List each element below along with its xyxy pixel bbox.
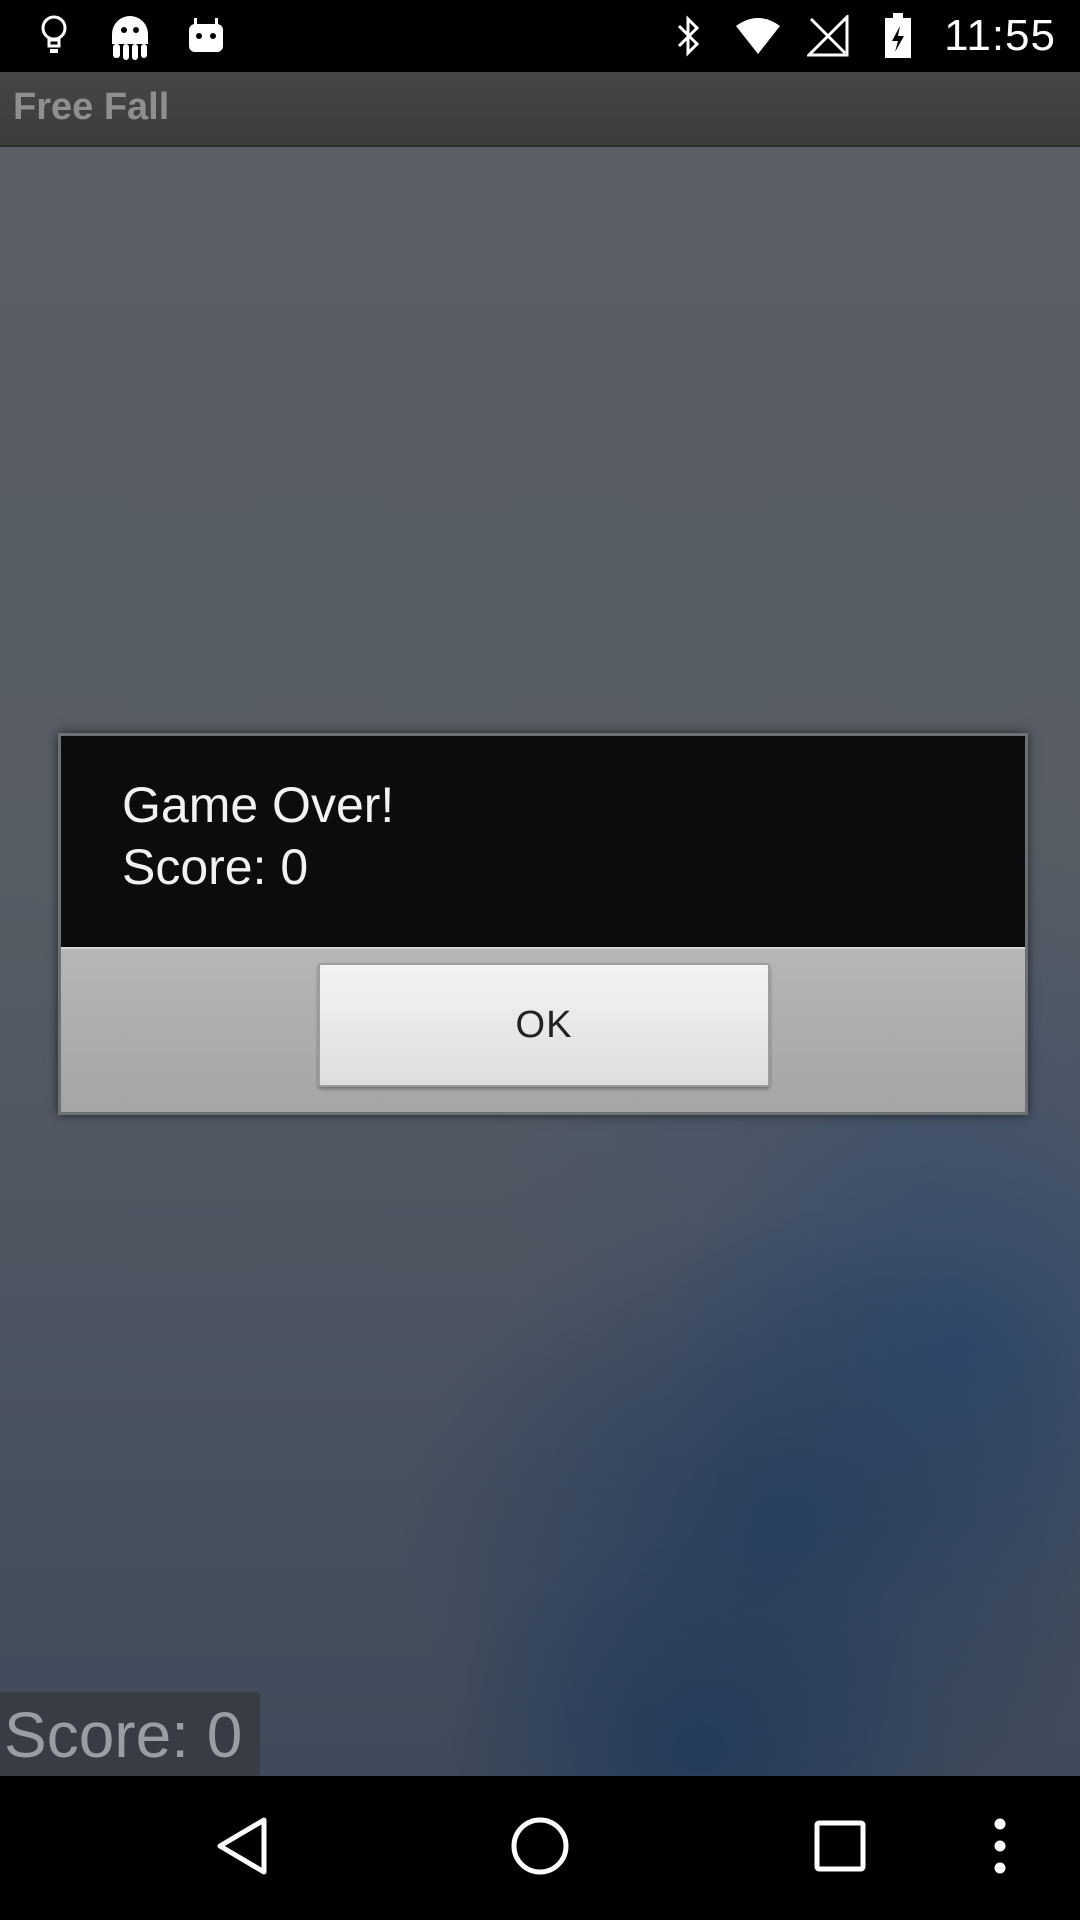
score-display: Score: 0 xyxy=(0,1692,260,1776)
overflow-menu-button[interactable] xyxy=(940,1776,1060,1920)
app-title: Free Fall xyxy=(13,86,170,128)
bluetooth-icon xyxy=(664,12,712,60)
nav-bar xyxy=(0,1776,1080,1920)
battery-charging-icon xyxy=(874,12,922,60)
dialog-title: Game Over! xyxy=(122,777,395,833)
ghost-icon xyxy=(106,12,154,60)
clock: 11:55 xyxy=(944,11,1056,60)
score-label: Score: 0 xyxy=(4,1699,243,1771)
signal-off-icon xyxy=(804,12,852,60)
dialog-body: Game Over! Score: 0 xyxy=(61,736,1025,947)
recents-icon xyxy=(812,1818,868,1879)
ok-button[interactable]: OK xyxy=(318,963,770,1087)
home-icon xyxy=(508,1814,572,1883)
android-icon xyxy=(182,12,230,60)
home-button[interactable] xyxy=(460,1776,620,1920)
action-bar: Free Fall xyxy=(0,72,1080,147)
recents-button[interactable] xyxy=(760,1776,920,1920)
wifi-icon xyxy=(734,12,782,60)
lightbulb-icon xyxy=(30,12,78,60)
menu-icon xyxy=(992,1816,1008,1881)
back-button[interactable] xyxy=(162,1776,322,1920)
game-over-dialog: Game Over! Score: 0 OK xyxy=(58,733,1028,1115)
dialog-score: Score: 0 xyxy=(122,839,309,895)
back-icon xyxy=(212,1814,272,1883)
dialog-message: Game Over! Score: 0 xyxy=(122,774,394,898)
dialog-footer: OK xyxy=(61,947,1025,1112)
status-bar: 11:55 xyxy=(0,0,1080,72)
